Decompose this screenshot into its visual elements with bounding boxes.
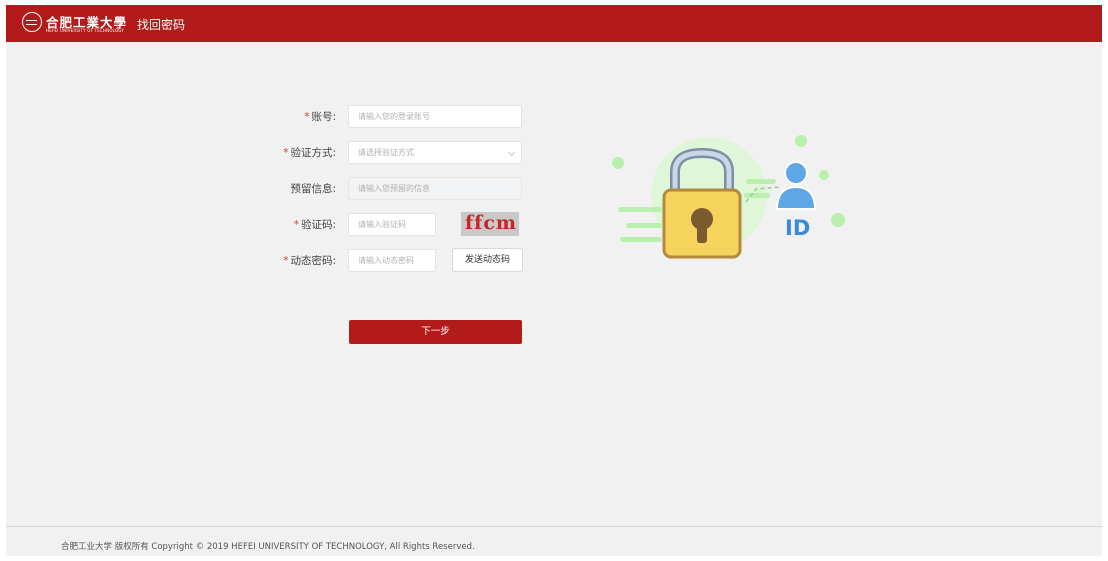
required-mark: * <box>304 111 310 123</box>
reserved-label-text: 预留信息: <box>290 183 336 195</box>
next-step-button[interactable]: 下一步 <box>349 320 522 344</box>
captcha-label-text: 验证码: <box>300 219 336 231</box>
account-placeholder: 请输入您的登录账号 <box>358 112 430 121</box>
footer-copyright: 合肥工业大学 版权所有 Copyright © 2019 HEFEI UNIVE… <box>61 542 475 552</box>
dynamic-label-text: 动态密码: <box>290 255 336 267</box>
emblem-icon <box>22 12 42 32</box>
dot-decoration <box>612 157 624 169</box>
dot-decoration <box>831 213 845 227</box>
captcha-placeholder: 请输入验证码 <box>358 220 406 229</box>
logo-subtitle: HEFEI UNIVERSITY OF TECHNOLOGY <box>46 28 125 33</box>
captcha-text: ffcm <box>465 212 518 234</box>
dynamic-placeholder: 请输入动态密码 <box>358 256 414 265</box>
page-title: 找回密码 <box>137 18 186 32</box>
required-mark: * <box>283 255 289 267</box>
captcha-label: * 验证码: <box>206 217 336 232</box>
stripe-decoration <box>744 193 770 198</box>
university-logo[interactable]: 合肥工業大學 HEFEI UNIVERSITY OF TECHNOLOGY <box>22 12 126 36</box>
required-mark: * <box>283 147 289 159</box>
dynamic-password-input[interactable]: 请输入动态密码 <box>348 249 436 272</box>
id-label: ID <box>785 216 810 240</box>
stripe-decoration <box>620 237 662 242</box>
dot-decoration <box>819 170 829 180</box>
captcha-image[interactable]: ffcm <box>461 212 519 236</box>
stripe-decoration <box>746 179 776 184</box>
required-mark: * <box>293 219 299 231</box>
account-label-text: 账号: <box>311 111 336 123</box>
method-placeholder: 请选择验证方式 <box>358 148 414 157</box>
footer-divider <box>6 526 1102 527</box>
method-label: * 验证方式: <box>206 145 336 160</box>
dynamic-label: * 动态密码: <box>206 253 336 268</box>
captcha-input[interactable]: 请输入验证码 <box>348 213 436 236</box>
account-label: * 账号: <box>206 109 336 124</box>
method-label-text: 验证方式: <box>290 147 336 159</box>
reserved-input: 请输入您预留的信息 <box>348 177 522 200</box>
reserved-label: 预留信息: <box>206 181 336 196</box>
stripe-decoration <box>618 207 662 212</box>
send-code-button[interactable]: 发送动态码 <box>452 248 523 272</box>
top-header: 合肥工業大學 HEFEI UNIVERSITY OF TECHNOLOGY 找回… <box>6 5 1102 42</box>
reserved-placeholder: 请输入您预留的信息 <box>358 184 430 193</box>
method-select[interactable]: 请选择验证方式 <box>348 141 522 164</box>
dot-decoration <box>795 135 807 147</box>
chevron-down-icon <box>507 148 516 157</box>
account-input[interactable]: 请输入您的登录账号 <box>348 105 522 128</box>
security-illustration: ID <box>612 135 845 259</box>
user-icon <box>775 161 817 210</box>
page-frame: 合肥工業大學 HEFEI UNIVERSITY OF TECHNOLOGY 找回… <box>6 5 1102 556</box>
stripe-decoration <box>626 223 662 228</box>
